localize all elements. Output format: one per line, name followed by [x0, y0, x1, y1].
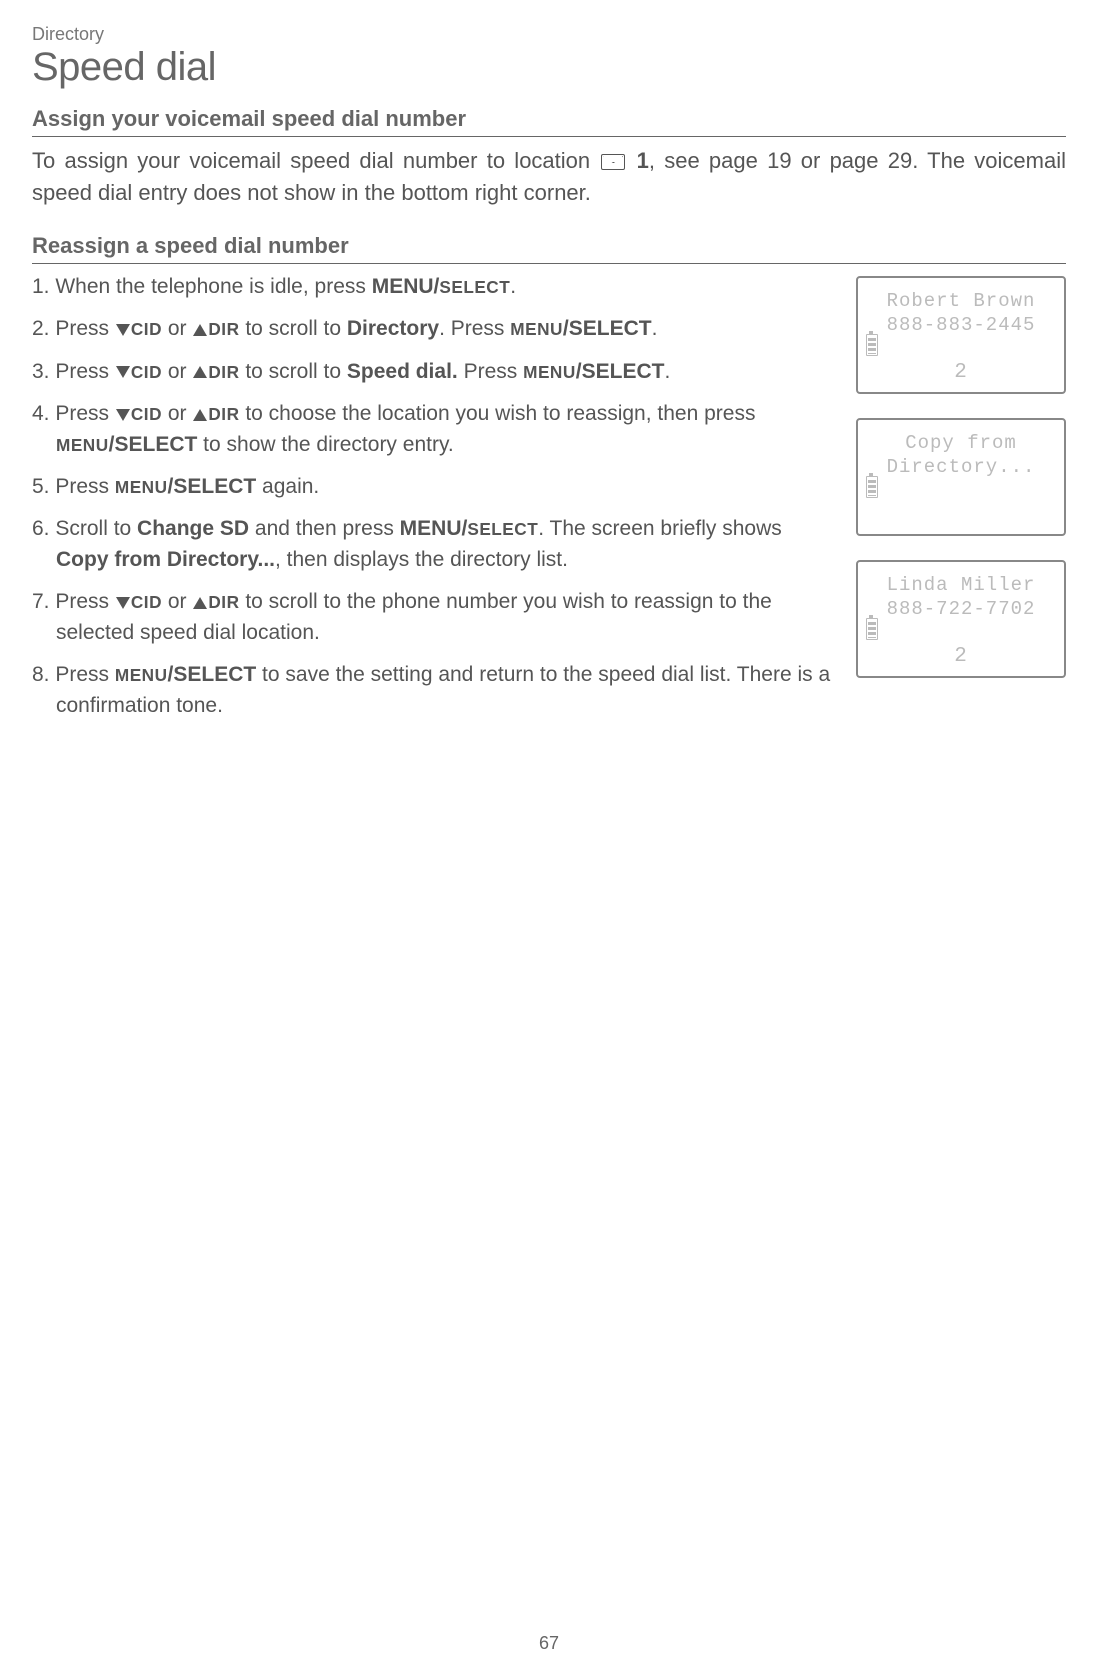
step8-select: /SELECT	[168, 663, 257, 686]
step2-or: or	[162, 317, 192, 340]
lcd2-line1: Copy from	[866, 432, 1056, 454]
step3-or: or	[162, 360, 192, 383]
step6-end: , then displays the directory list.	[275, 548, 568, 571]
step2-dir: DIR	[208, 319, 239, 339]
down-arrow-icon	[116, 324, 130, 336]
step6-changesd: Change SD	[137, 517, 249, 540]
steps-list: 1. When the telephone is idle, press MEN…	[32, 272, 836, 721]
lcd1-slot: 2	[954, 361, 968, 384]
step2-press: . Press	[439, 317, 510, 340]
lcd3-slot: 2	[954, 645, 968, 668]
step8-menu: MENU	[115, 665, 168, 685]
down-arrow-icon	[116, 409, 130, 421]
up-arrow-icon	[193, 409, 207, 421]
lcd-screens: Robert Brown 888-883-2445 2 Copy from Di…	[856, 276, 1066, 678]
step3-speeddial: Speed dial.	[347, 360, 458, 383]
page-number: 67	[32, 1633, 1066, 1654]
section-assign-heading: Assign your voicemail speed dial number	[32, 106, 1066, 137]
step7-or: or	[162, 590, 192, 613]
lcd-screen-3: Linda Miller 888-722-7702 2	[856, 560, 1066, 678]
step6-select: SELECT	[467, 519, 538, 539]
step3-mid: to scroll to	[240, 360, 347, 383]
step8-a: 8. Press	[32, 663, 115, 686]
step7-cid: CID	[131, 592, 162, 612]
step3-cid: CID	[131, 362, 162, 382]
step3-dir: DIR	[208, 362, 239, 382]
lcd3-number: 888-722-7702	[866, 598, 1056, 620]
lcd-screen-1: Robert Brown 888-883-2445 2	[856, 276, 1066, 394]
step1-end: .	[510, 275, 516, 298]
step3-press: Press	[458, 360, 523, 383]
up-arrow-icon	[193, 597, 207, 609]
step3-a: 3. Press	[32, 360, 115, 383]
battery-icon	[866, 618, 878, 640]
step1-menu: MENU/	[372, 275, 440, 298]
section-reassign-heading: Reassign a speed dial number	[32, 233, 1066, 264]
step3-end: .	[664, 360, 670, 383]
intro-pre: To assign your voicemail speed dial numb…	[32, 148, 599, 173]
step2-select: /SELECT	[563, 317, 652, 340]
step1-select: SELECT	[439, 277, 510, 297]
step2-directory: Directory	[347, 317, 439, 340]
lcd2-line2: Directory...	[866, 456, 1056, 478]
lcd-screen-2: Copy from Directory...	[856, 418, 1066, 536]
step-8: 8. Press MENU/SELECT to save the setting…	[32, 660, 836, 721]
voicemail-icon	[601, 154, 625, 170]
step-7: 7. Press CID or DIR to scroll to the pho…	[32, 587, 836, 648]
step4-dir: DIR	[208, 404, 239, 424]
step5-end: again.	[256, 475, 319, 498]
up-arrow-icon	[193, 366, 207, 378]
step4-end: to show the directory entry.	[197, 433, 453, 456]
step6-mid2: . The screen briefly shows	[538, 517, 782, 540]
step2-cid: CID	[131, 319, 162, 339]
step-1: 1. When the telephone is idle, press MEN…	[32, 272, 836, 302]
step6-a: 6. Scroll to	[32, 517, 137, 540]
step3-menu: MENU	[523, 362, 576, 382]
lcd1-number: 888-883-2445	[866, 314, 1056, 336]
lcd3-name: Linda Miller	[866, 574, 1056, 596]
battery-icon	[866, 334, 878, 356]
step7-a: 7. Press	[32, 590, 115, 613]
intro-location: 1	[637, 148, 649, 173]
battery-icon	[866, 476, 878, 498]
step5-select: /SELECT	[168, 475, 257, 498]
step2-end: .	[652, 317, 658, 340]
up-arrow-icon	[193, 324, 207, 336]
step6-copy: Copy from Directory...	[56, 548, 275, 571]
step1-text: 1. When the telephone is idle, press	[32, 275, 372, 298]
step4-menu: MENU	[56, 435, 109, 455]
step4-mid: to choose the location you wish to reass…	[240, 402, 756, 425]
step5-a: 5. Press	[32, 475, 115, 498]
step6-menu: MENU/	[400, 517, 468, 540]
down-arrow-icon	[116, 597, 130, 609]
step-5: 5. Press MENU/SELECT again.	[32, 472, 836, 502]
step4-or: or	[162, 402, 192, 425]
lcd1-name: Robert Brown	[866, 290, 1056, 312]
step2-menu: MENU	[510, 319, 563, 339]
step4-select: /SELECT	[109, 433, 198, 456]
step4-a: 4. Press	[32, 402, 115, 425]
step4-cid: CID	[131, 404, 162, 424]
step6-mid: and then press	[249, 517, 400, 540]
step2-a: 2. Press	[32, 317, 115, 340]
step7-dir: DIR	[208, 592, 239, 612]
page-title: Speed dial	[32, 45, 1066, 90]
step-6: 6. Scroll to Change SD and then press ME…	[32, 514, 836, 575]
section-assign-text: To assign your voicemail speed dial numb…	[32, 145, 1066, 209]
step3-select: /SELECT	[576, 360, 665, 383]
down-arrow-icon	[116, 366, 130, 378]
step-3: 3. Press CID or DIR to scroll to Speed d…	[32, 357, 836, 387]
breadcrumb: Directory	[32, 24, 1066, 45]
step2-mid: to scroll to	[240, 317, 347, 340]
step-2: 2. Press CID or DIR to scroll to Directo…	[32, 314, 836, 344]
step-4: 4. Press CID or DIR to choose the locati…	[32, 399, 836, 460]
step5-menu: MENU	[115, 477, 168, 497]
